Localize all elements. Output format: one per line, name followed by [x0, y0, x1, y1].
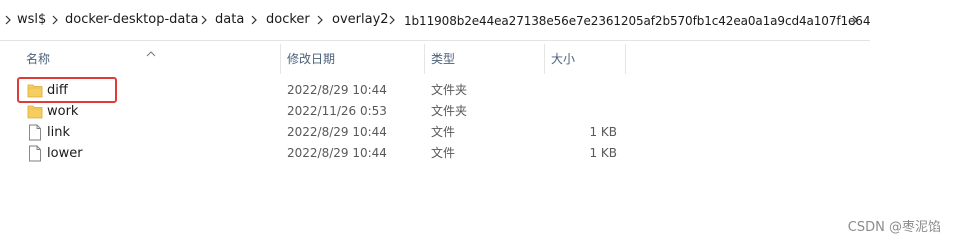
chevron-right-icon[interactable]	[1, 13, 15, 27]
file-type: 文件夹	[431, 104, 468, 118]
chevron-right-icon[interactable]	[247, 13, 261, 27]
chevron-right-icon[interactable]	[848, 13, 862, 27]
breadcrumb-item-layer-id[interactable]: 1b11908b2e44ea27138e56e7e2361205af2b570f…	[404, 13, 870, 29]
chevron-right-icon[interactable]	[385, 13, 399, 27]
file-size: 1 KB	[589, 125, 617, 139]
chevron-right-icon[interactable]	[313, 13, 327, 27]
watermark: CSDN @枣泥馅	[847, 220, 941, 235]
breadcrumb-item-overlay2[interactable]: overlay2	[332, 12, 389, 28]
modified-date: 2022/8/29 10:44	[287, 83, 387, 97]
modified-date: 2022/8/29 10:44	[287, 125, 387, 139]
file-name: lower	[47, 146, 83, 161]
list-item[interactable]: work	[18, 101, 278, 122]
list-item[interactable]: lower	[18, 143, 278, 164]
column-header-type[interactable]: 类型	[425, 46, 544, 72]
file-icon	[27, 145, 43, 162]
file-type: 文件	[431, 146, 456, 160]
column-header-name[interactable]: 名称	[20, 46, 280, 72]
breadcrumb-item-data[interactable]: data	[215, 12, 244, 28]
modified-date: 2022/8/29 10:44	[287, 146, 387, 160]
file-type: 文件	[431, 125, 456, 139]
folder-icon	[27, 103, 43, 120]
file-name: link	[47, 125, 70, 140]
file-type: 文件夹	[431, 83, 468, 97]
breadcrumb-item-docker[interactable]: docker	[266, 12, 310, 28]
breadcrumb-item-docker-desktop-data[interactable]: docker-desktop-data	[65, 12, 198, 28]
highlight-box	[17, 77, 117, 103]
breadcrumb-item-wsl[interactable]: wsl$	[17, 12, 46, 28]
column-divider[interactable]	[625, 44, 626, 74]
column-header-date[interactable]: 修改日期	[281, 46, 424, 72]
modified-date: 2022/11/26 0:53	[287, 104, 387, 118]
chevron-right-icon[interactable]	[48, 13, 62, 27]
chevron-right-icon[interactable]	[197, 13, 211, 27]
breadcrumb: wsl$ docker-desktop-data data docker ove…	[0, 0, 870, 41]
file-name: work	[47, 104, 79, 119]
file-size: 1 KB	[589, 146, 617, 160]
list-item[interactable]: link	[18, 122, 278, 143]
file-icon	[27, 124, 43, 141]
column-header-size[interactable]: 大小	[545, 46, 625, 72]
